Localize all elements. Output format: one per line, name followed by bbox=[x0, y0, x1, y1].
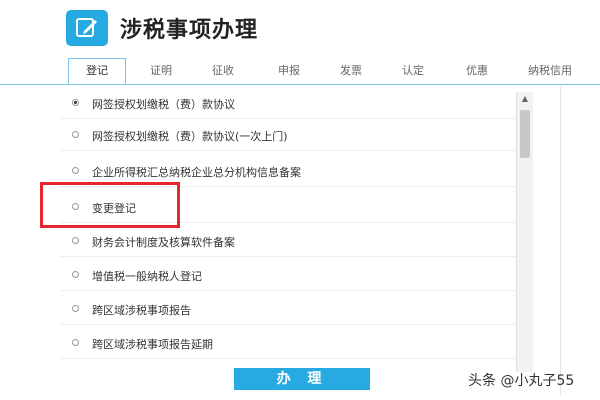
watermark: 头条 @小丸子55 bbox=[468, 373, 575, 389]
list-item-label: 网签授权划缴税（费）款协议 bbox=[92, 98, 235, 111]
list-item-label: 财务会计制度及核算软件备案 bbox=[92, 236, 235, 249]
tab-declaration[interactable]: 申报 bbox=[278, 62, 300, 78]
scrollbar[interactable]: ▲ bbox=[516, 92, 533, 372]
list-item[interactable]: 财务会计制度及核算软件备案 bbox=[60, 226, 518, 257]
tab-certificate[interactable]: 证明 bbox=[150, 62, 172, 78]
tab-bar: 登记 证明 征收 申报 发票 认定 优惠 纳税信用 bbox=[0, 58, 600, 85]
tab-preferential[interactable]: 优惠 bbox=[466, 62, 488, 78]
tab-tax-credit[interactable]: 纳税信用 bbox=[528, 62, 572, 78]
highlight-box bbox=[40, 182, 180, 228]
list-item[interactable]: 增值税一般纳税人登记 bbox=[60, 260, 518, 291]
tab-register[interactable]: 登记 bbox=[68, 58, 126, 84]
radio-button[interactable] bbox=[72, 237, 79, 244]
list-item-label: 企业所得税汇总纳税企业总分机构信息备案 bbox=[92, 166, 301, 179]
list-item[interactable]: 跨区域涉税事项报告延期 bbox=[60, 328, 518, 359]
radio-button[interactable] bbox=[72, 305, 79, 312]
submit-button[interactable]: 办 理 bbox=[234, 368, 370, 390]
radio-button[interactable] bbox=[72, 131, 79, 138]
radio-button[interactable] bbox=[72, 271, 79, 278]
radio-button[interactable] bbox=[72, 167, 79, 174]
tab-collection[interactable]: 征收 bbox=[212, 62, 234, 78]
list-item[interactable]: 网签授权划缴税（费）款协议(一次上门) bbox=[60, 120, 518, 151]
list-item-label: 跨区域涉税事项报告延期 bbox=[92, 338, 213, 351]
matter-list: 网签授权划缴税（费）款协议 网签授权划缴税（费）款协议(一次上门) 企业所得税汇… bbox=[60, 86, 518, 372]
divider bbox=[560, 86, 561, 396]
scroll-thumb[interactable] bbox=[520, 110, 530, 158]
list-item[interactable]: 网签授权划缴税（费）款协议 bbox=[60, 88, 518, 119]
page-title: 涉税事项办理 bbox=[120, 18, 259, 43]
list-item-label: 网签授权划缴税（费）款协议(一次上门) bbox=[92, 130, 288, 143]
tab-invoice[interactable]: 发票 bbox=[340, 62, 362, 78]
tab-qualification[interactable]: 认定 bbox=[402, 62, 424, 78]
edit-icon bbox=[66, 10, 108, 46]
list-item[interactable]: 跨区域涉税事项报告 bbox=[60, 294, 518, 325]
radio-button[interactable] bbox=[72, 339, 79, 346]
list-item-label: 跨区域涉税事项报告 bbox=[92, 304, 191, 317]
radio-button[interactable] bbox=[72, 99, 79, 106]
header: 涉税事项办理 bbox=[0, 0, 600, 58]
scroll-up-icon[interactable]: ▲ bbox=[517, 92, 533, 106]
list-item-label: 增值税一般纳税人登记 bbox=[92, 270, 202, 283]
